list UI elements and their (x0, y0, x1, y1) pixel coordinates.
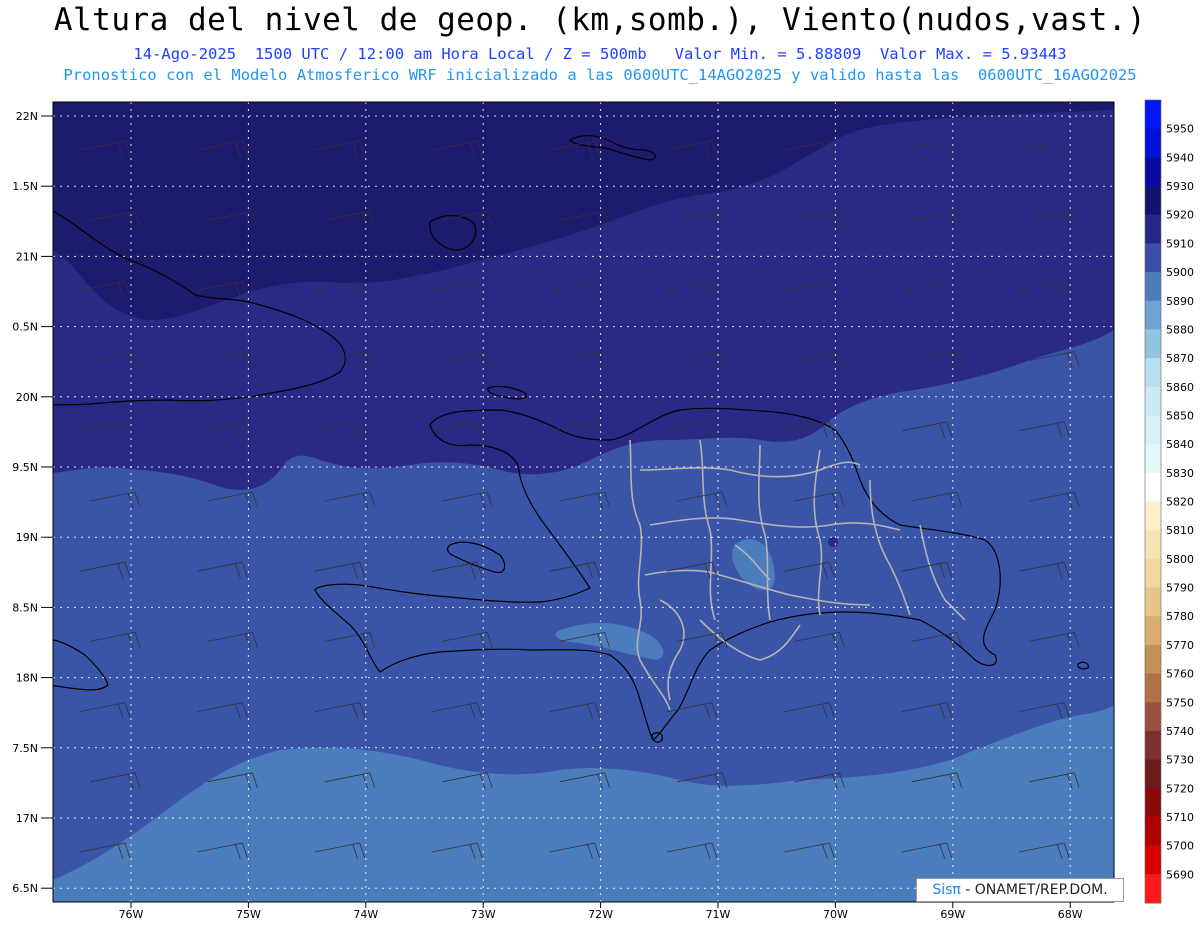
colorbar-swatch (1145, 329, 1161, 359)
colorbar-swatch (1145, 243, 1161, 273)
lat-label: 0.5N (12, 321, 38, 334)
sispi-logo: Sisπ (932, 882, 961, 898)
colorbar-label: 5690 (1166, 868, 1194, 881)
colorbar-swatch (1145, 673, 1161, 703)
colorbar-label: 5780 (1166, 610, 1194, 623)
colorbar-label: 5760 (1166, 668, 1194, 681)
colorbar-label: 5710 (1166, 811, 1194, 824)
wind-barb (1137, 422, 1187, 438)
colorbar-swatch (1145, 272, 1161, 302)
colorbar-swatch (1145, 874, 1161, 904)
colorbar-label: 5850 (1166, 409, 1194, 422)
colorbar-label: 5900 (1166, 266, 1194, 279)
colorbar-label: 5740 (1166, 725, 1194, 738)
colorbar-label: 5840 (1166, 438, 1194, 451)
colorbar-label: 5860 (1166, 381, 1194, 394)
colorbar-swatch (1145, 558, 1161, 589)
colorbar-label: 5800 (1166, 553, 1194, 566)
lat-label: 22N (16, 110, 38, 123)
lon-label: 71W (706, 908, 731, 921)
colorbar-swatch (1145, 157, 1161, 187)
lon-label: 73W (471, 908, 496, 921)
colorbar-label: 5820 (1166, 496, 1194, 509)
colorbar-label: 5790 (1166, 582, 1194, 595)
colorbar-swatch (1145, 186, 1161, 216)
colorbar-swatch (1145, 358, 1161, 388)
colorbar-label: 5890 (1166, 295, 1194, 308)
colorbar-label: 5910 (1166, 237, 1194, 250)
lat-label: 7.5N (12, 742, 38, 755)
lat-label: 20N (16, 391, 38, 404)
colorbar-swatch (1145, 386, 1161, 416)
contour-5900-blob-small (828, 537, 838, 547)
colorbar-swatch (1145, 444, 1161, 474)
colorbar-label: 5920 (1166, 209, 1194, 222)
colorbar-swatch (1145, 702, 1161, 732)
colorbar-swatch (1145, 530, 1161, 560)
colorbar-label: 5880 (1166, 323, 1194, 336)
colorbar-swatch (1145, 644, 1161, 675)
colorbar-label: 5940 (1166, 151, 1194, 164)
lat-label: 21N (16, 250, 38, 263)
colorbar-swatch (1145, 128, 1161, 158)
colorbar-swatch (1145, 788, 1161, 818)
latitude-labels: 22N 1.5N 21N 0.5N 20N 9.5N 19N 8.5N 18N 7.5N 17N 6.… (12, 110, 53, 895)
colorbar-swatch (1145, 587, 1161, 617)
map-figure: 22N 1.5N 21N 0.5N 20N 9.5N 19N 8.5N 18N 7.5N 17N 6.… (12, 99, 1197, 927)
colorbar-label: 5930 (1166, 180, 1194, 193)
longitude-labels: 76W 75W 74W 73W 72W 71W 70W 69W 68W (119, 902, 1083, 921)
wind-barb (1147, 913, 1197, 927)
colorbar-label: 5700 (1166, 840, 1194, 853)
lon-label: 69W (940, 908, 965, 921)
colorbar-swatch (1145, 472, 1161, 502)
colorbar-swatch (1145, 759, 1161, 789)
colorbar-label: 5950 (1166, 123, 1194, 136)
colorbar-swatch (1145, 730, 1161, 761)
colorbar-swatch (1145, 816, 1161, 847)
colorbar-swatch (1145, 300, 1161, 330)
colorbar-label: 5750 (1166, 696, 1194, 709)
colorbar-swatch (1145, 616, 1161, 646)
colorbar-label: 5830 (1166, 467, 1194, 480)
lat-label: 17N (16, 812, 38, 825)
colorbar-label: 5720 (1166, 782, 1194, 795)
lat-label: 1.5N (12, 180, 38, 193)
colorbar-label: 5810 (1166, 524, 1194, 537)
lon-label: 70W (823, 908, 848, 921)
lat-label: 18N (16, 672, 38, 685)
credit-org: - ONAMET/REP.DOM. (965, 882, 1108, 898)
colorbar-swatch (1145, 415, 1161, 445)
lat-label: 9.5N (12, 461, 38, 474)
lon-label: 74W (353, 908, 378, 921)
colorbar-swatch (1145, 214, 1161, 244)
lat-label: 6.5N (12, 882, 38, 895)
colorbar-swatch (1145, 100, 1161, 130)
colorbar-swatch (1145, 845, 1161, 875)
lon-label: 68W (1058, 908, 1083, 921)
colorbar-label: 5870 (1166, 352, 1194, 365)
credit-box: Sisπ - ONAMET/REP.DOM. (916, 878, 1124, 902)
colorbar-label: 5730 (1166, 754, 1194, 767)
lon-label: 75W (236, 908, 261, 921)
lat-label: 8.5N (12, 601, 38, 614)
colorbar: 5950 5940 5930 5920 5910 5900 5890 5880 5870 5860… (1144, 99, 1194, 904)
colorbar-swatch (1145, 501, 1161, 531)
lon-label: 76W (119, 908, 144, 921)
colorbar-label: 5770 (1166, 639, 1194, 652)
lon-label: 72W (588, 908, 613, 921)
lat-label: 19N (16, 531, 38, 544)
